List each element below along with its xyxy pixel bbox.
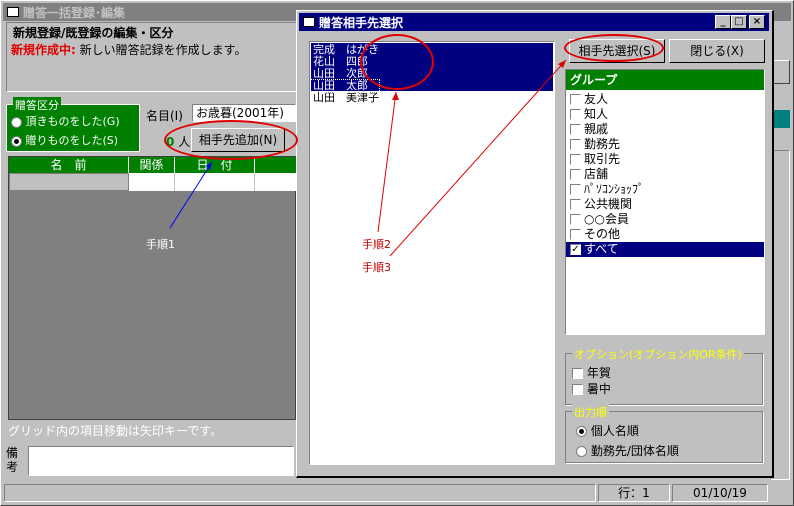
- arrow-step1-head: [206, 162, 212, 170]
- annotation-arrows: [169, 59, 567, 257]
- arrow-step3-head: [558, 60, 566, 68]
- arrow-step3: [389, 59, 567, 257]
- arrow-step2-head: [392, 92, 399, 100]
- arrow-step1: [169, 161, 213, 229]
- arrow-step2: [377, 91, 397, 233]
